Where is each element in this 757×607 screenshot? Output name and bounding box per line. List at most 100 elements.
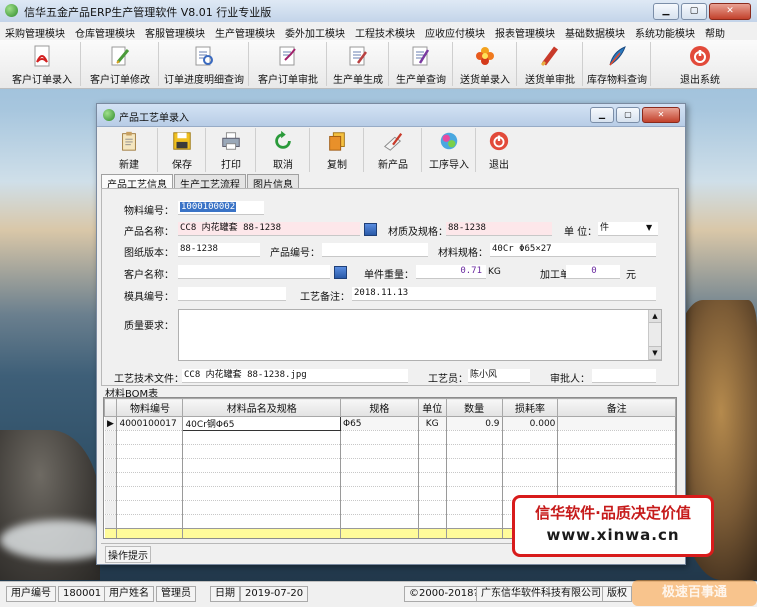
bom-cell-loss[interactable]: 0.000 (502, 416, 559, 431)
dialog-minimize-icon[interactable]: ▁ (590, 107, 614, 123)
bom-col-code[interactable]: 物料编号 (116, 398, 184, 417)
bom-col-qty[interactable]: 数量 (445, 398, 503, 417)
product-name-field[interactable]: CC8 内花罐套 88-1238 (178, 222, 360, 236)
bom-col-note[interactable]: 备注 (557, 398, 676, 417)
printer-icon (222, 132, 240, 150)
chevron-down-icon[interactable]: ▼ (646, 223, 652, 232)
query-document-icon (412, 46, 430, 66)
process-note-label: 工艺备注： (300, 292, 350, 303)
product-code-label: 产品编号： (270, 248, 320, 259)
menu-production[interactable]: 生产管理模块 (210, 22, 280, 40)
table-row[interactable] (104, 444, 676, 459)
unit-weight-field[interactable]: 0.71 (416, 265, 486, 279)
customer-order-approve-button[interactable]: 客户订单审批 (250, 42, 327, 86)
menu-receivables[interactable]: 应收应付模块 (420, 22, 490, 40)
dialog-close-icon[interactable]: ✕ (642, 107, 680, 123)
bom-col-unit[interactable]: 单位 (417, 398, 447, 417)
order-progress-query-button[interactable]: 订单进度明细查询 (160, 42, 249, 86)
material-spec-label: 材料规格： (438, 248, 488, 259)
save-button[interactable]: 保存 (159, 128, 206, 172)
bom-cell-name[interactable]: 40Cr钢Φ65 (182, 416, 341, 431)
scroll-up-icon[interactable]: ▲ (649, 310, 661, 323)
customer-order-edit-button[interactable]: 客户订单修改 (82, 42, 159, 86)
user-no-value: 180001 (58, 586, 107, 602)
menu-warehouse[interactable]: 仓库管理模块 (70, 22, 140, 40)
menu-reports[interactable]: 报表管理模块 (490, 22, 560, 40)
close-icon[interactable]: ✕ (709, 3, 751, 20)
table-row[interactable] (104, 458, 676, 473)
tech-file-field[interactable]: CC8 内花罐套 88-1238.jpg (182, 369, 408, 383)
spec-field[interactable]: 88-1238 (446, 222, 552, 236)
technician-field[interactable]: 陈小风 (468, 369, 530, 383)
bom-header-row: 物料编号 材料品名及规格 规格 单位 数量 损耗率 备注 (104, 398, 676, 417)
tab-product-process-info[interactable]: 产品工艺信息 (101, 174, 173, 191)
customer-order-entry-button[interactable]: 客户订单录入 (4, 42, 81, 86)
exit-button[interactable]: 退出 (477, 128, 521, 172)
process-import-button[interactable]: 工序导入 (423, 128, 476, 172)
mold-no-label: 模具编号： (124, 292, 174, 303)
production-order-query-button[interactable]: 生产单查询 (390, 42, 453, 86)
menu-purchase[interactable]: 采购管理模块 (0, 22, 70, 40)
tab-image-info[interactable]: 图片信息 (247, 174, 299, 191)
maximize-icon[interactable]: ▢ (681, 3, 707, 20)
bom-cell-spec[interactable]: Φ65 (340, 416, 419, 431)
bom-cell-unit[interactable]: KG (418, 416, 447, 431)
menu-base-data[interactable]: 基础数据模块 (560, 22, 630, 40)
promo-url: www.xinwa.cn (546, 526, 680, 544)
product-code-field[interactable] (322, 243, 428, 257)
bom-cell-note[interactable] (557, 416, 676, 431)
menu-outsourcing[interactable]: 委外加工模块 (280, 22, 350, 40)
new-product-button[interactable]: 新产品 (365, 128, 422, 172)
dialog-logo-icon (103, 109, 115, 121)
menu-customer-service[interactable]: 客服管理模块 (140, 22, 210, 40)
new-button[interactable]: 新建 (101, 128, 158, 172)
minimize-icon[interactable]: ▁ (653, 3, 679, 20)
material-spec-field[interactable]: 40Cr Φ65×27 (490, 243, 656, 257)
process-note-field[interactable]: 2018.11.13 (352, 287, 656, 301)
copy-button[interactable]: 复制 (311, 128, 364, 172)
customer-picker-icon[interactable] (334, 266, 347, 279)
scroll-down-icon[interactable]: ▼ (649, 346, 661, 360)
quality-scrollbar[interactable]: ▲ ▼ (648, 310, 661, 360)
window-controls: ▁ ▢ ✕ (653, 3, 751, 20)
user-no-label: 用户编号 (6, 586, 56, 602)
hint-tab[interactable]: 操作提示 (105, 546, 151, 563)
customer-name-label: 客户名称： (124, 270, 174, 281)
cancel-button[interactable]: 取消 (257, 128, 310, 172)
bom-col-name[interactable]: 材料品名及规格 (182, 398, 341, 417)
dialog-maximize-icon[interactable]: ▢ (616, 107, 640, 123)
bom-col-loss[interactable]: 损耗率 (501, 398, 559, 417)
menu-engineering[interactable]: 工程技术模块 (350, 22, 420, 40)
customer-name-field[interactable] (178, 265, 330, 279)
drawing-version-field[interactable]: 88-1238 (178, 243, 260, 257)
delivery-note-approve-button[interactable]: 送货单审批 (518, 42, 583, 86)
table-row[interactable]: ▶ 4000100017 40Cr钢Φ65 Φ65 KG 0.9 0.000 (104, 416, 676, 431)
save-icon (173, 132, 191, 150)
bom-col-spec[interactable]: 规格 (339, 398, 419, 417)
cancel-icon (275, 130, 291, 149)
material-no-field[interactable]: 1000100002 (178, 201, 264, 215)
bom-cell-qty[interactable]: 0.9 (446, 416, 503, 431)
user-name-label: 用户姓名 (104, 586, 154, 602)
bom-cell-code[interactable]: 4000100017 (116, 416, 184, 431)
exit-system-button[interactable]: 退出系统 (652, 42, 748, 86)
product-picker-icon[interactable] (364, 223, 377, 236)
approver-field[interactable] (592, 369, 656, 383)
mold-no-field[interactable] (178, 287, 286, 301)
table-row[interactable] (104, 430, 676, 445)
product-name-label: 产品名称： (124, 227, 174, 238)
bom-corner (104, 398, 118, 417)
delivery-note-entry-button[interactable]: 送货单录入 (454, 42, 517, 86)
production-order-generate-button[interactable]: 生产单生成 (328, 42, 389, 86)
menu-system[interactable]: 系统功能模块 (630, 22, 700, 40)
unit-price-field[interactable]: 0 (566, 265, 620, 279)
power-icon (690, 46, 710, 66)
print-button[interactable]: 打印 (207, 128, 256, 172)
clipboard-icon (122, 131, 136, 151)
menu-help[interactable]: 帮助 (700, 22, 730, 40)
row-pointer-icon: ▶ (104, 416, 118, 431)
tab-production-flow[interactable]: 生产工艺流程 (174, 174, 246, 191)
inventory-query-button[interactable]: 库存物料查询 (584, 42, 651, 86)
table-row[interactable] (104, 472, 676, 487)
quality-requirement-textarea[interactable]: ▲ ▼ (178, 309, 662, 361)
